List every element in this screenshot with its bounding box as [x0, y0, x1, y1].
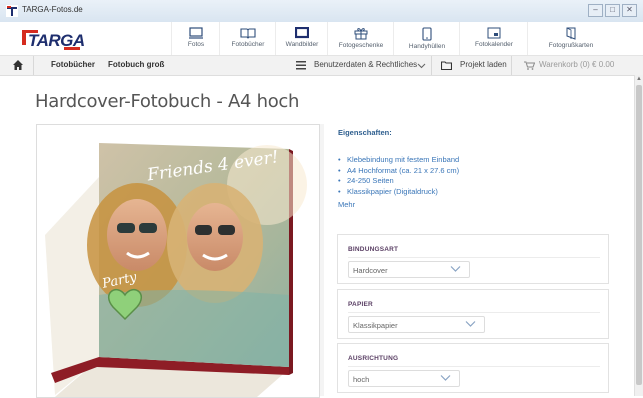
property-item: A4 Hochformat (ca. 21 x 27.6 cm) [338, 166, 459, 177]
logo-text: TARGA [28, 31, 85, 50]
menu-icon[interactable] [296, 61, 306, 70]
nav-item-fotos[interactable]: Fotos [171, 22, 220, 55]
properties-title: Eigenschaften: [338, 128, 392, 137]
paper-select-value: Klassikpapier [353, 321, 398, 330]
photo-icon [189, 27, 203, 39]
nav-item-fotogrusskarten[interactable]: Fotogrußkarten [527, 22, 614, 55]
app-icon [6, 5, 18, 17]
option-label: PAPIER [348, 301, 373, 308]
scroll-up-arrow[interactable]: ▲ [635, 75, 643, 83]
breadcrumb-fotobuecher[interactable]: Fotobücher [51, 60, 95, 69]
orientation-select[interactable]: hoch [348, 370, 460, 387]
nav-item-handyhuellen[interactable]: Handyhüllen [393, 22, 460, 55]
nav-item-fotokalender[interactable]: Fotokalender [459, 22, 528, 55]
minimize-button[interactable]: – [588, 4, 603, 17]
chevron-down-icon [440, 375, 451, 381]
nav-item-fotobuecher[interactable]: Fotobücher [219, 22, 276, 55]
wall-picture-icon [295, 27, 309, 39]
option-paper: PAPIER Klassikpapier [337, 289, 609, 339]
nav-label: Fotobücher [231, 41, 265, 48]
property-item: 24-250 Seiten [338, 176, 459, 187]
photobook-icon [240, 28, 256, 39]
greeting-card-icon [566, 27, 576, 40]
gift-icon [354, 28, 368, 40]
nav-item-fotogeschenke[interactable]: Fotogeschenke [327, 22, 394, 55]
property-item: Klebebindung mit festem Einband [338, 155, 459, 166]
nav-item-wandbilder[interactable]: Wandbilder [275, 22, 328, 55]
option-label: AUSRICHTUNG [348, 355, 399, 362]
maximize-button[interactable]: □ [605, 4, 620, 17]
option-orientation: AUSRICHTUNG hoch [337, 343, 609, 393]
targa-logo[interactable]: TARGA [22, 30, 85, 50]
chevron-down-icon [417, 63, 426, 69]
page-scrollbar[interactable]: ▲ [634, 75, 643, 396]
load-project-button[interactable]: Projekt laden [460, 60, 507, 69]
product-image: Friends 4 ever! Party [36, 124, 320, 398]
nav-label: Fotos [187, 41, 205, 48]
option-label: BINDUNGSART [348, 246, 399, 253]
folder-icon [441, 61, 452, 70]
cart-icon [524, 61, 535, 70]
nav-label: Handyhüllen [408, 43, 446, 50]
more-link[interactable]: Mehr [338, 200, 459, 209]
property-item: Klassikpapier (Digitaldruck) [338, 187, 459, 198]
window-titlebar: TARGA-Fotos.de – □ ✕ [0, 0, 643, 23]
home-icon[interactable] [12, 59, 24, 71]
scroll-thumb[interactable] [636, 85, 642, 385]
chevron-down-icon [465, 321, 476, 327]
binding-select[interactable]: Hardcover [348, 261, 470, 278]
option-binding: BINDUNGSART Hardcover [337, 234, 609, 284]
paper-select[interactable]: Klassikpapier [348, 316, 485, 333]
user-data-menu[interactable]: Benutzerdaten & Rechtliches [314, 60, 417, 69]
window-title: TARGA-Fotos.de [22, 5, 83, 14]
calendar-icon [487, 27, 501, 39]
phone-icon [422, 27, 432, 41]
nav-label: Fotogrußkarten [548, 42, 594, 49]
binding-select-value: Hardcover [353, 266, 388, 275]
product-properties: Eigenschaften: Klebebindung mit festem E… [338, 128, 459, 209]
main-navigation: TARGA Fotos Fotobücher Wandbilder Fotoge… [0, 22, 643, 56]
nav-label: Fotokalender [475, 41, 513, 48]
orientation-select-value: hoch [353, 375, 370, 384]
sub-navigation: Fotobücher Fotobuch groß Benutzerdaten &… [0, 56, 643, 76]
secondary-image-edge [320, 124, 324, 396]
nav-label: Wandbilder [285, 41, 319, 48]
page-title: Hardcover-Fotobuch - A4 hoch [35, 91, 300, 112]
nav-label: Fotogeschenke [338, 42, 384, 49]
chevron-down-icon [450, 266, 461, 272]
breadcrumb-fotobuch-gross[interactable]: Fotobuch groß [108, 60, 164, 69]
close-button[interactable]: ✕ [622, 4, 637, 17]
cart-link[interactable]: Warenkorb (0) € 0.00 [539, 60, 614, 69]
